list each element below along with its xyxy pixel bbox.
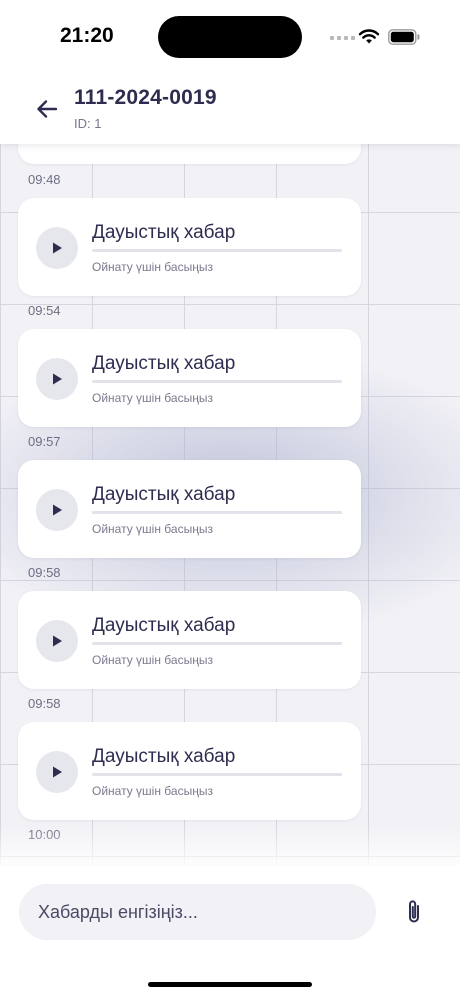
message-timestamp: 09:48: [28, 172, 61, 187]
chat-title: 111-2024-0019: [74, 86, 217, 109]
message-list[interactable]: 09:48 Дауыстық хабар Ойнату үшін басыңыз…: [0, 144, 460, 866]
message-timestamp: 09:54: [28, 303, 61, 318]
play-button[interactable]: [36, 358, 78, 400]
voice-progress-bar[interactable]: [92, 380, 342, 383]
message-timestamp: 09:57: [28, 434, 61, 449]
play-icon: [53, 242, 62, 254]
home-indicator: [148, 982, 312, 987]
voice-message-hint: Ойнату үшін басыңыз: [92, 522, 213, 536]
voice-message[interactable]: Дауыстық хабар Ойнату үшін басыңыз: [18, 591, 361, 689]
voice-progress-bar[interactable]: [92, 642, 342, 645]
voice-progress-bar[interactable]: [92, 773, 342, 776]
message-timestamp: 09:58: [28, 696, 61, 711]
attach-button[interactable]: [398, 896, 430, 928]
voice-message-hint: Ойнату үшін басыңыз: [92, 260, 213, 274]
play-button[interactable]: [36, 227, 78, 269]
message-timestamp: 09:58: [28, 565, 61, 580]
play-button[interactable]: [36, 620, 78, 662]
status-time: 21:20: [60, 24, 114, 47]
message-composer: [0, 866, 460, 996]
cellular-signal-icon: [330, 36, 355, 40]
voice-message[interactable]: Дауыстық хабар Ойнату үшін басыңыз: [18, 329, 361, 427]
voice-progress-bar[interactable]: [92, 511, 342, 514]
previous-message-bubble[interactable]: [18, 144, 361, 164]
play-button[interactable]: [36, 489, 78, 531]
chat-subtitle: ID: 1: [74, 116, 102, 131]
play-icon: [53, 373, 62, 385]
voice-message[interactable]: Дауыстық хабар Ойнату үшін басыңыз: [18, 722, 361, 820]
paperclip-icon: [409, 900, 419, 923]
voice-message-title: Дауыстық хабар: [92, 484, 236, 505]
voice-message-title: Дауыстық хабар: [92, 746, 236, 767]
voice-message-hint: Ойнату үшін басыңыз: [92, 784, 213, 798]
play-icon: [53, 635, 62, 647]
voice-progress-bar[interactable]: [92, 249, 342, 252]
play-button[interactable]: [36, 751, 78, 793]
status-bar: 21:20: [0, 0, 460, 72]
voice-message-title: Дауыстық хабар: [92, 615, 236, 636]
play-icon: [53, 766, 62, 778]
voice-message-hint: Ойнату үшін басыңыз: [92, 391, 213, 405]
battery-icon: [388, 29, 420, 45]
voice-message-hint: Ойнату үшін басыңыз: [92, 653, 213, 667]
message-input[interactable]: [19, 884, 376, 940]
chat-header: 111-2024-0019 ID: 1: [0, 72, 460, 144]
play-icon: [53, 504, 62, 516]
voice-message[interactable]: Дауыстық хабар Ойнату үшін басыңыз: [18, 198, 361, 296]
voice-message-title: Дауыстық хабар: [92, 353, 236, 374]
voice-message[interactable]: Дауыстық хабар Ойнату үшін басыңыз: [18, 460, 361, 558]
voice-message-title: Дауыстық хабар: [92, 222, 236, 243]
back-button[interactable]: [30, 92, 64, 126]
message-timestamp: 10:00: [28, 827, 61, 842]
wifi-icon: [358, 29, 380, 44]
arrow-left-icon: [37, 100, 58, 118]
dynamic-island: [158, 16, 302, 58]
